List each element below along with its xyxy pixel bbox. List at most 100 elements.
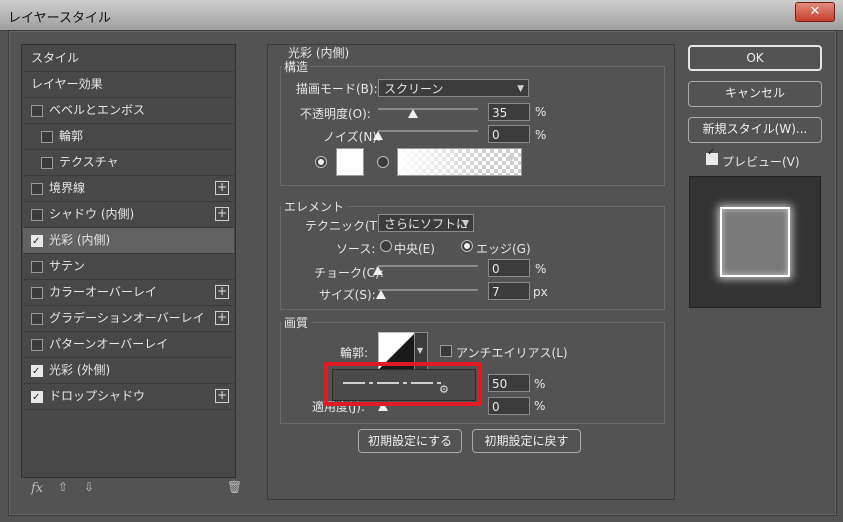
noise-slider-thumb[interactable] <box>373 131 383 140</box>
style-list-item[interactable]: 境界線 + <box>23 176 234 202</box>
preview-swatch <box>720 207 790 277</box>
source-edge-radio[interactable] <box>461 240 473 252</box>
technique-label: テクニック(T): <box>305 219 386 233</box>
source-center-label: 中央(E) <box>394 242 435 256</box>
style-checkbox[interactable] <box>31 183 43 195</box>
opacity-label: 不透明度(O): <box>300 107 371 121</box>
opacity-slider[interactable] <box>378 108 478 110</box>
style-list-item[interactable]: ベベルとエンボス <box>23 98 234 124</box>
add-style-icon[interactable]: + <box>215 311 229 325</box>
choke-unit: % <box>535 262 547 276</box>
noise-input[interactable]: 0 <box>488 125 530 143</box>
style-checkbox[interactable] <box>31 105 43 117</box>
add-style-icon[interactable]: + <box>215 285 229 299</box>
range-slider-track[interactable] <box>343 382 443 384</box>
preview-checkbox[interactable] <box>706 147 718 165</box>
fx-icon[interactable]: fx <box>31 481 43 496</box>
style-list-item-label: グラデーションオーバーレイ <box>49 311 205 325</box>
antialias-checkbox[interactable] <box>440 345 452 357</box>
jitter-input[interactable]: 0 <box>488 397 530 415</box>
solid-color-radio[interactable] <box>315 156 327 168</box>
size-unit: px <box>533 285 548 299</box>
opacity-unit: % <box>535 105 547 119</box>
range-input[interactable]: 50 <box>488 374 530 392</box>
add-style-icon[interactable]: + <box>215 389 229 403</box>
style-list-item[interactable]: ドロップシャドウ + <box>23 384 234 410</box>
style-list-item[interactable]: シャドウ (内側) + <box>23 202 234 228</box>
style-list-item[interactable]: サテン <box>23 254 234 280</box>
style-list-item[interactable]: レイヤー効果 <box>23 72 234 98</box>
make-default-button[interactable]: 初期設定にする <box>358 429 462 453</box>
style-list-item[interactable]: スタイル <box>23 46 234 72</box>
opacity-input[interactable]: 35 <box>488 103 530 121</box>
style-list-item-label: テクスチャ <box>59 155 119 169</box>
preview-label: プレビュー(V) <box>722 155 800 169</box>
cancel-button[interactable]: キャンセル <box>688 81 822 107</box>
style-list-item[interactable]: グラデーションオーバーレイ + <box>23 306 234 332</box>
style-list-item-label: ベベルとエンボス <box>49 103 146 117</box>
style-list-item-label: 光彩 (外側) <box>49 363 111 377</box>
style-list-item[interactable]: 光彩 (内側) <box>23 228 234 254</box>
add-style-icon[interactable]: + <box>215 181 229 195</box>
style-list-item[interactable]: カラーオーバーレイ + <box>23 280 234 306</box>
blend-mode-value: スクリーン <box>384 82 444 96</box>
choke-slider[interactable] <box>378 265 478 267</box>
technique-value: さらにソフトに <box>384 217 469 231</box>
choke-input[interactable]: 0 <box>488 259 530 277</box>
glow-color-swatch[interactable] <box>336 148 364 176</box>
move-down-icon[interactable]: ⇩ <box>84 480 94 494</box>
size-input[interactable]: 7 <box>488 282 530 300</box>
size-slider[interactable] <box>378 289 478 291</box>
structure-title: 構造 <box>284 60 309 74</box>
title-bar: レイヤースタイル ✕ <box>0 0 843 31</box>
style-checkbox[interactable] <box>31 209 43 221</box>
source-label: ソース: <box>336 242 376 256</box>
size-slider-thumb[interactable] <box>376 290 386 299</box>
chevron-down-icon: ▼ <box>462 219 469 229</box>
range-unit: % <box>534 377 546 391</box>
style-list-item[interactable]: テクスチャ <box>23 150 234 176</box>
gradient-picker[interactable] <box>397 148 522 176</box>
quality-title: 画質 <box>284 316 309 330</box>
chevron-down-icon: ▼ <box>417 346 424 355</box>
close-button[interactable]: ✕ <box>795 2 835 22</box>
source-center-radio[interactable] <box>380 240 392 252</box>
style-list-item-label: スタイル <box>31 51 80 65</box>
style-checkbox[interactable] <box>31 385 43 410</box>
size-label: サイズ(S): <box>319 288 376 302</box>
elements-title: エレメント <box>284 200 345 214</box>
move-up-icon[interactable]: ⇧ <box>58 480 68 494</box>
blend-mode-select[interactable]: スクリーン ▼ <box>378 79 529 97</box>
gradient-radio[interactable] <box>377 156 389 168</box>
jitter-unit: % <box>534 399 546 413</box>
noise-slider[interactable] <box>378 130 478 132</box>
reset-default-button[interactable]: 初期設定に戻す <box>472 429 581 453</box>
style-list-item[interactable]: 輪郭 <box>23 124 234 150</box>
choke-slider-thumb[interactable] <box>373 266 383 275</box>
style-list-item[interactable]: パターンオーバーレイ <box>23 332 234 358</box>
style-checkbox[interactable] <box>31 261 43 273</box>
style-list-item-label: シャドウ (内側) <box>49 207 135 221</box>
style-checkbox[interactable] <box>41 157 53 169</box>
style-checkbox[interactable] <box>31 339 43 351</box>
style-checkbox[interactable] <box>31 313 43 325</box>
style-checkbox[interactable] <box>31 229 43 254</box>
new-style-button[interactable]: 新規スタイル(W)... <box>688 117 822 143</box>
ok-button[interactable]: OK <box>688 45 822 71</box>
style-checkbox[interactable] <box>31 287 43 299</box>
technique-select[interactable]: さらにソフトに ▼ <box>378 214 474 232</box>
style-list-item-label: サテン <box>49 259 86 273</box>
chevron-down-icon: ▼ <box>517 84 524 94</box>
window-title: レイヤースタイル <box>8 11 111 26</box>
preview-box <box>689 176 821 308</box>
chevron-down-icon[interactable]: ▼ <box>508 154 515 164</box>
trash-icon[interactable]: 🗑 <box>227 480 242 494</box>
style-checkbox[interactable] <box>41 131 53 143</box>
style-list-item[interactable]: 光彩 (外側) <box>23 358 234 384</box>
add-style-icon[interactable]: + <box>215 207 229 221</box>
style-list-item-label: 境界線 <box>49 181 86 195</box>
opacity-slider-thumb[interactable] <box>408 109 418 118</box>
gear-icon[interactable]: ⚙ <box>439 383 449 396</box>
style-checkbox[interactable] <box>31 359 43 384</box>
style-list-item-label: レイヤー効果 <box>31 77 103 91</box>
